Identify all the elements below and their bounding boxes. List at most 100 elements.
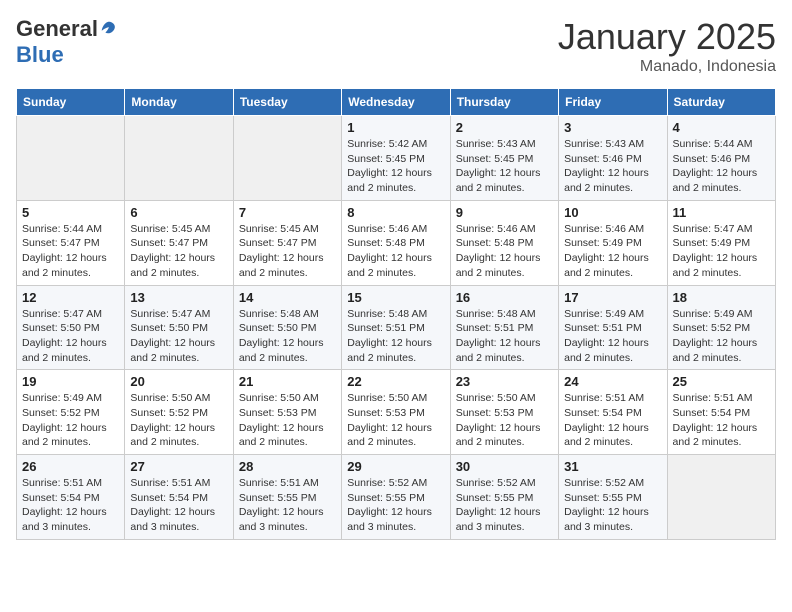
day-number: 26 (22, 459, 119, 474)
logo-general-text: General (16, 16, 98, 42)
day-number: 23 (456, 374, 553, 389)
day-info: Sunrise: 5:48 AMSunset: 5:51 PMDaylight:… (456, 307, 553, 366)
calendar-cell: 29 Sunrise: 5:52 AMSunset: 5:55 PMDayligh… (342, 455, 450, 540)
day-info: Sunrise: 5:48 AMSunset: 5:50 PMDaylight:… (239, 307, 336, 366)
days-header-row: SundayMondayTuesdayWednesdayThursdayFrid… (17, 89, 776, 116)
day-number: 17 (564, 290, 661, 305)
day-number: 14 (239, 290, 336, 305)
day-number: 27 (130, 459, 227, 474)
day-number: 4 (673, 120, 770, 135)
day-info: Sunrise: 5:51 AMSunset: 5:54 PMDaylight:… (130, 476, 227, 535)
logo: General Blue (16, 16, 118, 68)
day-info: Sunrise: 5:51 AMSunset: 5:54 PMDaylight:… (22, 476, 119, 535)
calendar-cell: 8Sunrise: 5:46 AMSunset: 5:48 PMDaylight… (342, 200, 450, 285)
calendar-cell (667, 455, 775, 540)
day-info: Sunrise: 5:49 AMSunset: 5:51 PMDaylight:… (564, 307, 661, 366)
day-info: Sunrise: 5:47 AMSunset: 5:50 PMDaylight:… (130, 307, 227, 366)
day-info: Sunrise: 5:46 AMSunset: 5:48 PMDaylight:… (347, 222, 444, 281)
day-number: 13 (130, 290, 227, 305)
title-area: January 2025 Manado, Indonesia (558, 16, 776, 76)
day-info: Sunrise: 5:48 AMSunset: 5:51 PMDaylight:… (347, 307, 444, 366)
day-header-saturday: Saturday (667, 89, 775, 116)
day-info: Sunrise: 5:49 AMSunset: 5:52 PMDaylight:… (673, 307, 770, 366)
day-info: Sunrise: 5:45 AMSunset: 5:47 PMDaylight:… (239, 222, 336, 281)
day-info: Sunrise: 5:52 AMSunset: 5:55 PMDaylight:… (347, 476, 444, 535)
calendar-cell: 16 Sunrise: 5:48 AMSunset: 5:51 PMDayligh… (450, 285, 558, 370)
day-number: 20 (130, 374, 227, 389)
day-number: 28 (239, 459, 336, 474)
day-info: Sunrise: 5:44 AMSunset: 5:47 PMDaylight:… (22, 222, 119, 281)
day-info: Sunrise: 5:44 AMSunset: 5:46 PMDaylight:… (673, 137, 770, 196)
calendar-cell: 17 Sunrise: 5:49 AMSunset: 5:51 PMDayligh… (559, 285, 667, 370)
day-number: 7 (239, 205, 336, 220)
day-number: 18 (673, 290, 770, 305)
day-info: Sunrise: 5:51 AMSunset: 5:55 PMDaylight:… (239, 476, 336, 535)
week-row-2: 5 Sunrise: 5:44 AMSunset: 5:47 PMDaylight… (17, 200, 776, 285)
week-row-5: 26 Sunrise: 5:51 AMSunset: 5:54 PMDayligh… (17, 455, 776, 540)
day-info: Sunrise: 5:50 AMSunset: 5:53 PMDaylight:… (456, 391, 553, 450)
calendar-cell: 27 Sunrise: 5:51 AMSunset: 5:54 PMDayligh… (125, 455, 233, 540)
day-info: Sunrise: 5:51 AMSunset: 5:54 PMDaylight:… (564, 391, 661, 450)
calendar-cell: 11 Sunrise: 5:47 AMSunset: 5:49 PMDayligh… (667, 200, 775, 285)
calendar-cell: 10 Sunrise: 5:46 AMSunset: 5:49 PMDayligh… (559, 200, 667, 285)
calendar-cell: 30 Sunrise: 5:52 AMSunset: 5:55 PMDayligh… (450, 455, 558, 540)
calendar-cell: 18 Sunrise: 5:49 AMSunset: 5:52 PMDayligh… (667, 285, 775, 370)
calendar-cell: 22Sunrise: 5:50 AMSunset: 5:53 PMDayligh… (342, 370, 450, 455)
day-number: 9 (456, 205, 553, 220)
day-info: Sunrise: 5:52 AMSunset: 5:55 PMDaylight:… (456, 476, 553, 535)
calendar-cell: 21Sunrise: 5:50 AMSunset: 5:53 PMDayligh… (233, 370, 341, 455)
calendar-cell: 14 Sunrise: 5:48 AMSunset: 5:50 PMDayligh… (233, 285, 341, 370)
day-number: 12 (22, 290, 119, 305)
day-info: Sunrise: 5:50 AMSunset: 5:52 PMDaylight:… (130, 391, 227, 450)
week-row-3: 12 Sunrise: 5:47 AMSunset: 5:50 PMDayligh… (17, 285, 776, 370)
calendar-cell (233, 116, 341, 201)
day-info: Sunrise: 5:46 AMSunset: 5:48 PMDaylight:… (456, 222, 553, 281)
day-number: 5 (22, 205, 119, 220)
calendar-cell: 20 Sunrise: 5:50 AMSunset: 5:52 PMDayligh… (125, 370, 233, 455)
calendar-subtitle: Manado, Indonesia (558, 58, 776, 76)
header: General Blue January 2025 Manado, Indone… (16, 16, 776, 76)
day-number: 15 (347, 290, 444, 305)
day-number: 30 (456, 459, 553, 474)
day-info: Sunrise: 5:47 AMSunset: 5:49 PMDaylight:… (673, 222, 770, 281)
day-info: Sunrise: 5:50 AMSunset: 5:53 PMDaylight:… (347, 391, 444, 450)
calendar-cell: 24 Sunrise: 5:51 AMSunset: 5:54 PMDayligh… (559, 370, 667, 455)
calendar-cell: 23 Sunrise: 5:50 AMSunset: 5:53 PMDayligh… (450, 370, 558, 455)
day-number: 24 (564, 374, 661, 389)
calendar-cell: 15 Sunrise: 5:48 AMSunset: 5:51 PMDayligh… (342, 285, 450, 370)
day-number: 29 (347, 459, 444, 474)
week-row-1: 1Sunrise: 5:42 AMSunset: 5:45 PMDaylight… (17, 116, 776, 201)
calendar-cell: 19Sunrise: 5:49 AMSunset: 5:52 PMDayligh… (17, 370, 125, 455)
day-number: 11 (673, 205, 770, 220)
day-info: Sunrise: 5:43 AMSunset: 5:46 PMDaylight:… (564, 137, 661, 196)
calendar-cell: 1Sunrise: 5:42 AMSunset: 5:45 PMDaylight… (342, 116, 450, 201)
calendar-cell: 6 Sunrise: 5:45 AMSunset: 5:47 PMDaylight… (125, 200, 233, 285)
day-number: 25 (673, 374, 770, 389)
day-info: Sunrise: 5:46 AMSunset: 5:49 PMDaylight:… (564, 222, 661, 281)
calendar-cell: 3 Sunrise: 5:43 AMSunset: 5:46 PMDaylight… (559, 116, 667, 201)
day-info: Sunrise: 5:47 AMSunset: 5:50 PMDaylight:… (22, 307, 119, 366)
day-number: 16 (456, 290, 553, 305)
calendar-table: SundayMondayTuesdayWednesdayThursdayFrid… (16, 88, 776, 540)
calendar-cell (125, 116, 233, 201)
day-number: 10 (564, 205, 661, 220)
day-number: 6 (130, 205, 227, 220)
day-number: 2 (456, 120, 553, 135)
day-info: Sunrise: 5:52 AMSunset: 5:55 PMDaylight:… (564, 476, 661, 535)
calendar-cell: 2 Sunrise: 5:43 AMSunset: 5:45 PMDaylight… (450, 116, 558, 201)
calendar-cell: 7 Sunrise: 5:45 AMSunset: 5:47 PMDaylight… (233, 200, 341, 285)
day-info: Sunrise: 5:45 AMSunset: 5:47 PMDaylight:… (130, 222, 227, 281)
calendar-title: January 2025 (558, 16, 776, 58)
day-info: Sunrise: 5:43 AMSunset: 5:45 PMDaylight:… (456, 137, 553, 196)
calendar-cell: 28 Sunrise: 5:51 AMSunset: 5:55 PMDayligh… (233, 455, 341, 540)
logo-blue-text: Blue (16, 42, 64, 68)
calendar-cell: 25Sunrise: 5:51 AMSunset: 5:54 PMDayligh… (667, 370, 775, 455)
day-number: 21 (239, 374, 336, 389)
day-header-sunday: Sunday (17, 89, 125, 116)
calendar-cell: 12 Sunrise: 5:47 AMSunset: 5:50 PMDayligh… (17, 285, 125, 370)
day-number: 3 (564, 120, 661, 135)
calendar-cell: 9 Sunrise: 5:46 AMSunset: 5:48 PMDaylight… (450, 200, 558, 285)
calendar-cell (17, 116, 125, 201)
calendar-cell: 31Sunrise: 5:52 AMSunset: 5:55 PMDayligh… (559, 455, 667, 540)
day-header-thursday: Thursday (450, 89, 558, 116)
